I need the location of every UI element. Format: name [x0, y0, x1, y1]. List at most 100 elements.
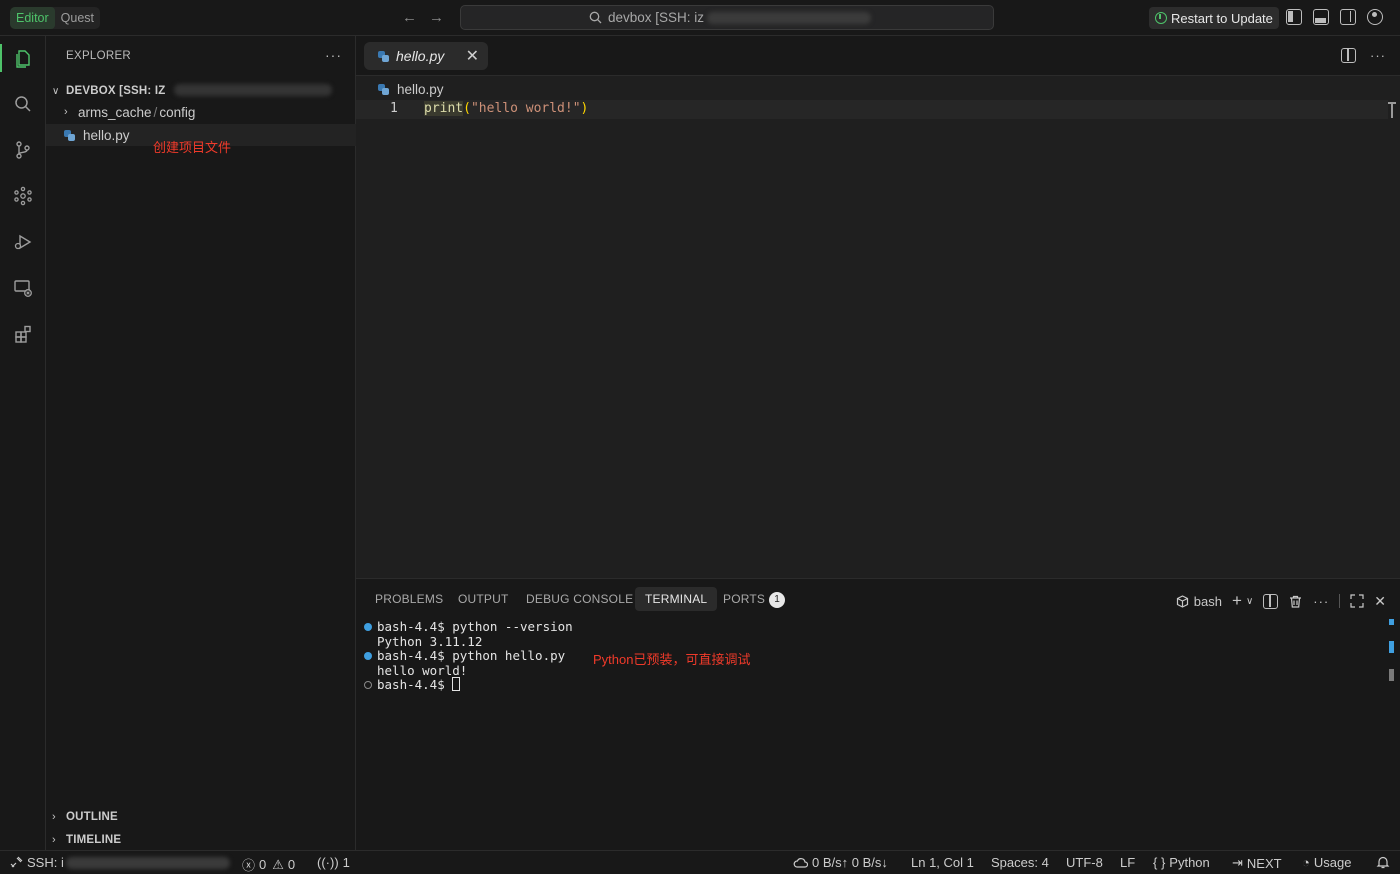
language-label: Python — [1169, 855, 1210, 870]
remote-explorer-icon[interactable] — [0, 268, 46, 308]
warning-count: 0 — [287, 857, 296, 872]
remote-indicator[interactable]: SSH: i — [10, 855, 64, 870]
terminal-shell-selector[interactable]: bash — [1176, 594, 1222, 609]
mode-tab-editor[interactable]: Editor — [10, 7, 55, 29]
editor-actions: ··· — [1341, 48, 1386, 63]
network-indicator[interactable]: 0 B/s↑ 0 B/s↓ — [793, 855, 888, 870]
explorer-icon[interactable] — [0, 38, 46, 78]
close-icon[interactable]: ✕ — [466, 46, 479, 66]
chevron-right-icon: › — [52, 834, 56, 846]
toggle-primary-sidebar-icon[interactable] — [1286, 9, 1302, 25]
tab-arrow-icon: ⇥ — [1232, 855, 1243, 870]
source-control-icon[interactable] — [0, 130, 46, 170]
annotation-python-preinstalled: Python已预装，可直接调试 — [593, 652, 751, 667]
python-file-icon — [378, 50, 389, 62]
mode-tab-quest[interactable]: Quest — [55, 7, 100, 29]
usage-label: Usage — [1313, 855, 1352, 870]
sidebar-title: EXPLORER — [66, 50, 132, 62]
new-terminal-icon[interactable]: + — [1232, 591, 1242, 611]
tab-output[interactable]: OUTPUT — [458, 587, 509, 611]
warning-icon: ⚠ — [272, 856, 284, 872]
editor-area: hello.py ✕ ··· hello.py 1 print("hello w… — [356, 36, 1400, 578]
path-separator: / — [153, 104, 158, 120]
timeline-label: TIMELINE — [66, 834, 122, 846]
editor-tabs: hello.py ✕ ··· — [356, 36, 1400, 76]
usage-indicator[interactable]: ◔ Usage — [1302, 855, 1351, 870]
chevron-down-icon: ∨ — [52, 85, 60, 97]
end-of-line[interactable]: LF — [1120, 855, 1135, 870]
title-bar: Editor Quest ← → devbox [SSH: iz Restart… — [0, 0, 1400, 36]
code-function: print — [424, 101, 464, 116]
tab-label: hello.py — [396, 48, 445, 64]
divider — [1339, 594, 1341, 608]
outline-label: OUTLINE — [66, 811, 118, 823]
redacted-blur — [174, 84, 332, 96]
cursor-position[interactable]: Ln 1, Col 1 — [911, 855, 974, 870]
tab-hello-py[interactable]: hello.py ✕ — [364, 42, 488, 70]
command-center[interactable]: devbox [SSH: iz — [460, 5, 994, 30]
python-file-icon — [378, 83, 389, 95]
indentation[interactable]: Spaces: 4 — [991, 855, 1049, 870]
code-string: "hello world!" — [470, 101, 581, 116]
error-count: 0 — [259, 857, 267, 872]
split-editor-icon[interactable] — [1341, 48, 1356, 63]
breadcrumb[interactable]: hello.py — [356, 80, 444, 98]
account-icon[interactable] — [1367, 9, 1383, 25]
code-text[interactable]: print("hello world!") — [424, 101, 588, 116]
forward-arrow-icon[interactable]: → — [429, 9, 444, 26]
chevron-down-icon[interactable]: ∨ — [1246, 596, 1253, 607]
tab-ports[interactable]: PORTS 1 — [723, 587, 786, 611]
download-icon — [1155, 12, 1167, 24]
more-actions-icon[interactable]: ··· — [1313, 594, 1329, 609]
toggle-secondary-sidebar-icon[interactable] — [1340, 9, 1356, 25]
code-line[interactable]: 1 print("hello world!") — [356, 100, 1388, 119]
subfolder-name: config — [159, 104, 196, 120]
ports-label: PORTS — [723, 592, 766, 606]
toggle-panel-icon[interactable] — [1313, 9, 1329, 25]
breadcrumb-file: hello.py — [397, 81, 444, 97]
braces-icon: { } — [1153, 855, 1166, 870]
tab-problems[interactable]: PROBLEMS — [375, 587, 443, 611]
encoding[interactable]: UTF-8 — [1066, 855, 1103, 870]
outline-section[interactable]: › OUTLINE — [46, 806, 356, 828]
command-success-dot — [364, 652, 372, 660]
gauge-icon: ◔ — [1302, 855, 1310, 870]
restart-label: Restart to Update — [1171, 10, 1273, 26]
python-file-icon — [64, 129, 75, 141]
forwarded-ports-indicator[interactable]: ((·)) 1 — [317, 855, 350, 870]
run-debug-icon[interactable] — [0, 222, 46, 262]
terminal-prompt-line[interactable]: bash-4.4$ — [377, 677, 461, 692]
restart-to-update-button[interactable]: Restart to Update — [1149, 7, 1279, 29]
status-bar: SSH: i ⓧ 0 ⚠ 0 ((·)) 1 0 B/s↑ 0 B/s↓ Ln … — [0, 850, 1400, 874]
tab-debug-console[interactable]: DEBUG CONSOLE — [526, 587, 633, 611]
terminal-line: hello world! — [377, 662, 468, 678]
chevron-right-icon: › — [64, 106, 68, 118]
terminal-line: bash-4.4$ python --version — [377, 619, 573, 634]
line-number: 1 — [390, 101, 398, 116]
back-arrow-icon[interactable]: ← — [402, 9, 417, 26]
timeline-section[interactable]: › TIMELINE — [46, 829, 356, 851]
maximize-panel-icon[interactable] — [1350, 594, 1364, 608]
problems-indicator[interactable]: ⓧ 0 ⚠ 0 — [242, 855, 295, 874]
tab-terminal[interactable]: TERMINAL — [635, 587, 718, 611]
split-terminal-icon[interactable] — [1263, 593, 1279, 609]
annotation-create-file: 创建项目文件 — [153, 140, 232, 155]
explorer-sidebar: EXPLORER ··· ∨ DEVBOX [SSH: IZ › arms_ca… — [46, 36, 356, 850]
bottom-panel: PROBLEMS OUTPUT DEBUG CONSOLE TERMINAL P… — [356, 578, 1400, 850]
ports-count: 1 — [342, 855, 350, 870]
search-icon[interactable] — [0, 84, 46, 124]
activity-bar — [0, 36, 46, 850]
next-indicator[interactable]: ⇥ NEXT — [1232, 855, 1282, 871]
notifications-bell-icon[interactable] — [1376, 855, 1390, 869]
more-actions-icon[interactable]: ··· — [1370, 48, 1386, 63]
extensions-icon[interactable] — [0, 314, 46, 354]
tree-item-arms-cache[interactable]: › arms_cache / config — [46, 101, 356, 123]
trash-icon[interactable] — [1288, 594, 1303, 609]
terminal-line: bash-4.4$ python hello.py — [377, 648, 566, 663]
file-name: hello.py — [83, 127, 130, 143]
nodes-graph-icon[interactable] — [0, 176, 46, 216]
close-icon[interactable]: ✕ — [1374, 593, 1386, 610]
terminal-prompt: bash-4.4$ — [377, 677, 453, 692]
more-actions-icon[interactable]: ··· — [325, 47, 342, 63]
language-mode[interactable]: { } Python — [1153, 855, 1210, 870]
